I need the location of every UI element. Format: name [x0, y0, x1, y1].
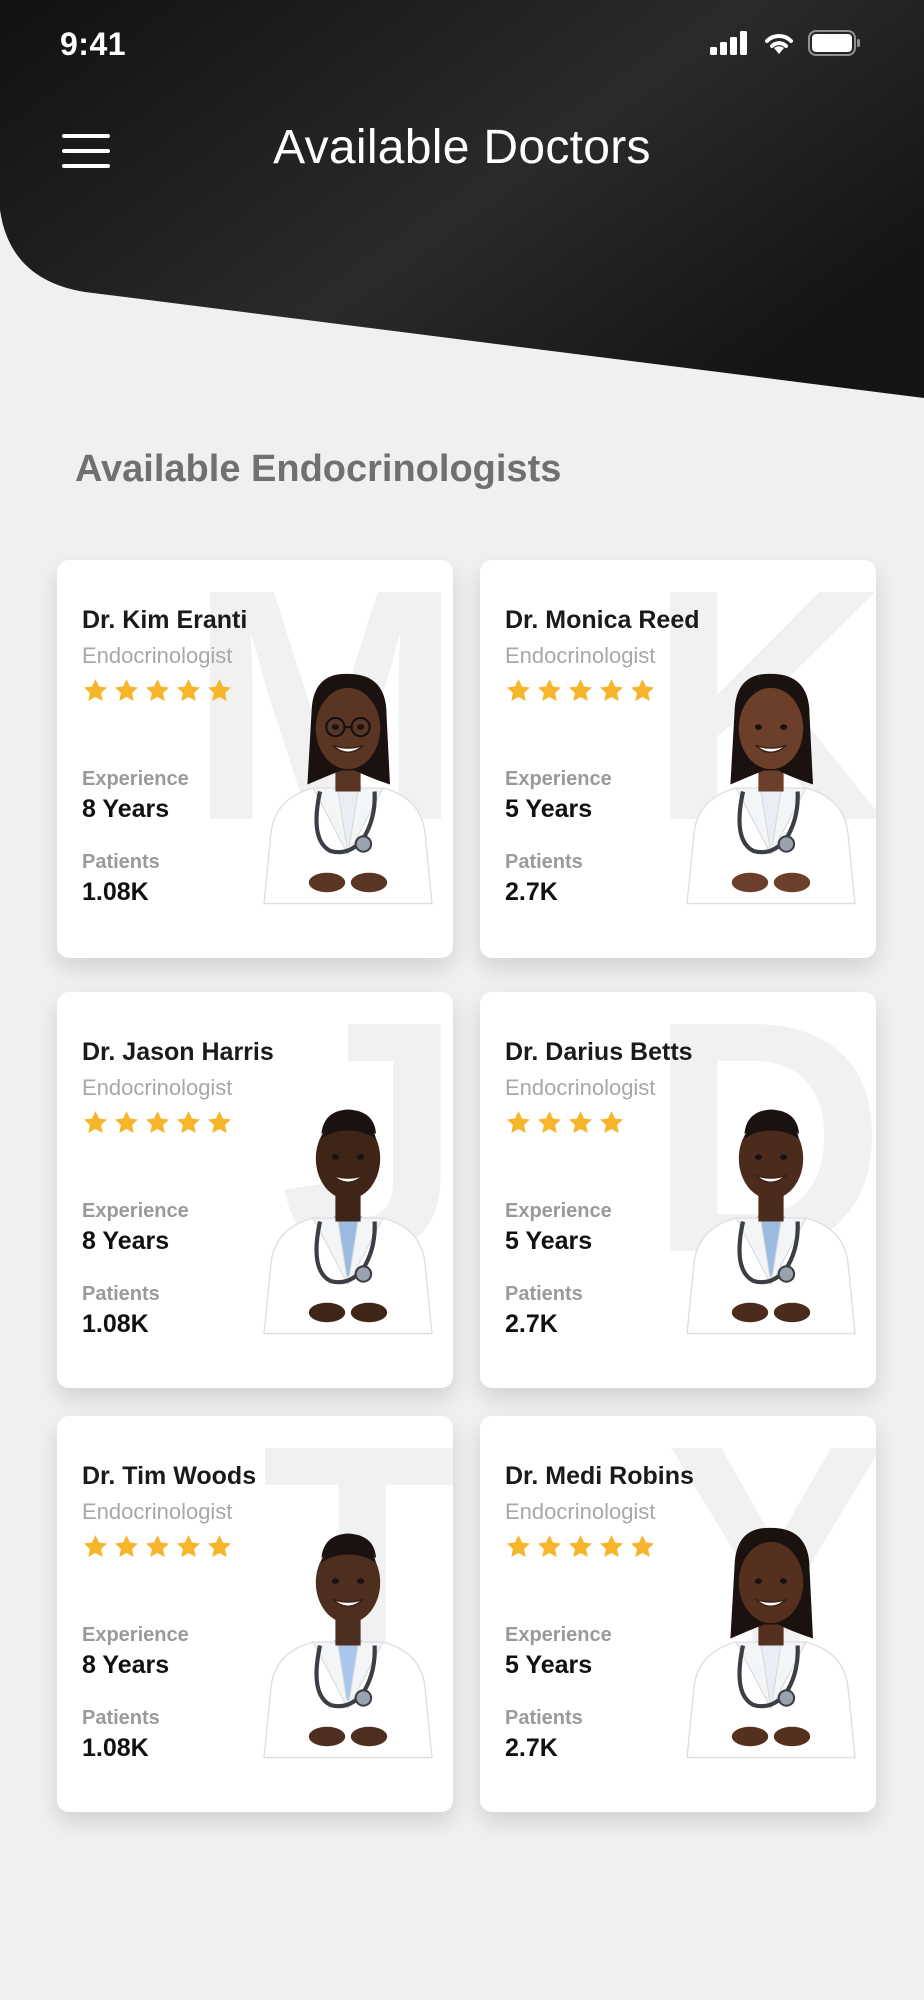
patients-value: 1.08K	[82, 1734, 149, 1762]
star-icon	[507, 1535, 530, 1557]
doctor-name: Dr. Darius Betts	[505, 1038, 693, 1066]
doctor-specialty: Endocrinologist	[505, 1499, 656, 1524]
star-icon	[208, 679, 231, 701]
rating-stars	[82, 1533, 256, 1560]
star-icon	[569, 679, 592, 701]
doctor-card[interactable]: KDr. Monica ReedEndocrinologistExperienc…	[480, 560, 876, 958]
rating-stars	[505, 1109, 693, 1136]
star-icon	[84, 1535, 107, 1557]
star-icon	[569, 1111, 592, 1133]
star-icon	[600, 1111, 623, 1133]
star-icon	[507, 1111, 530, 1133]
star-icon	[538, 679, 561, 701]
doctor-photo	[263, 673, 433, 905]
doctor-card[interactable]: DDr. Darius BettsEndocrinologistExperien…	[480, 992, 876, 1388]
rating-stars	[82, 677, 247, 704]
patients-label: Patients	[505, 1707, 583, 1729]
star-icon	[84, 1111, 107, 1133]
patients-label: Patients	[82, 1283, 160, 1305]
patients-label: Patients	[82, 1707, 160, 1729]
patients-value: 1.08K	[82, 878, 149, 906]
experience-value: 8 Years	[82, 795, 170, 823]
doctor-photo	[686, 1527, 856, 1759]
doctor-name: Dr. Kim Eranti	[82, 606, 248, 634]
rating-stars	[82, 1109, 274, 1136]
patients-value: 2.7K	[505, 1310, 558, 1338]
doctor-card[interactable]: YDr. Medi RobinsEndocrinologistExperienc…	[480, 1416, 876, 1812]
experience-label: Experience	[505, 768, 612, 790]
star-icon	[507, 679, 530, 701]
star-icon	[115, 679, 138, 701]
doctor-name: Dr. Tim Woods	[82, 1462, 257, 1490]
star-icon	[177, 1535, 200, 1557]
star-icon	[538, 1535, 561, 1557]
doctor-specialty: Endocrinologist	[82, 1075, 233, 1100]
experience-label: Experience	[505, 1624, 612, 1646]
rating-stars	[505, 1533, 694, 1560]
patients-value: 2.7K	[505, 878, 558, 906]
star-icon	[538, 1111, 561, 1133]
doctor-specialty: Endocrinologist	[82, 643, 233, 668]
doctor-grid: MDr. Kim ErantiEndocrinologistExperience…	[0, 0, 924, 2000]
star-icon	[84, 679, 107, 701]
star-icon	[115, 1111, 138, 1133]
star-icon	[569, 1535, 592, 1557]
patients-value: 1.08K	[82, 1310, 149, 1338]
star-icon	[177, 1111, 200, 1133]
experience-label: Experience	[82, 1624, 189, 1646]
doctor-name: Dr. Medi Robins	[505, 1462, 694, 1490]
doctor-photo	[686, 1109, 856, 1335]
experience-value: 5 Years	[505, 1227, 593, 1255]
doctor-name: Dr. Monica Reed	[505, 606, 700, 634]
experience-value: 5 Years	[505, 1651, 593, 1679]
doctor-card[interactable]: TDr. Tim WoodsEndocrinologistExperience8…	[57, 1416, 453, 1812]
doctor-card[interactable]: JDr. Jason HarrisEndocrinologistExperien…	[57, 992, 453, 1388]
star-icon	[146, 1535, 169, 1557]
experience-label: Experience	[505, 1200, 612, 1222]
rating-stars	[505, 677, 700, 704]
star-icon	[208, 1535, 231, 1557]
patients-value: 2.7K	[505, 1734, 558, 1762]
experience-value: 8 Years	[82, 1651, 170, 1679]
star-icon	[631, 1535, 654, 1557]
doctor-card[interactable]: MDr. Kim ErantiEndocrinologistExperience…	[57, 560, 453, 958]
doctor-specialty: Endocrinologist	[505, 1075, 656, 1100]
star-icon	[146, 1111, 169, 1133]
star-icon	[208, 1111, 231, 1133]
experience-value: 8 Years	[82, 1227, 170, 1255]
experience-label: Experience	[82, 768, 189, 790]
patients-label: Patients	[82, 851, 160, 873]
star-icon	[600, 679, 623, 701]
patients-label: Patients	[505, 1283, 583, 1305]
star-icon	[600, 1535, 623, 1557]
doctor-specialty: Endocrinologist	[82, 1499, 233, 1524]
doctor-photo	[263, 1533, 433, 1759]
star-icon	[177, 679, 200, 701]
experience-value: 5 Years	[505, 795, 593, 823]
doctor-photo	[263, 1109, 433, 1335]
star-icon	[631, 679, 654, 701]
doctor-name: Dr. Jason Harris	[82, 1038, 274, 1066]
experience-label: Experience	[82, 1200, 189, 1222]
patients-label: Patients	[505, 851, 583, 873]
star-icon	[115, 1535, 138, 1557]
star-icon	[146, 679, 169, 701]
doctor-specialty: Endocrinologist	[505, 643, 656, 668]
